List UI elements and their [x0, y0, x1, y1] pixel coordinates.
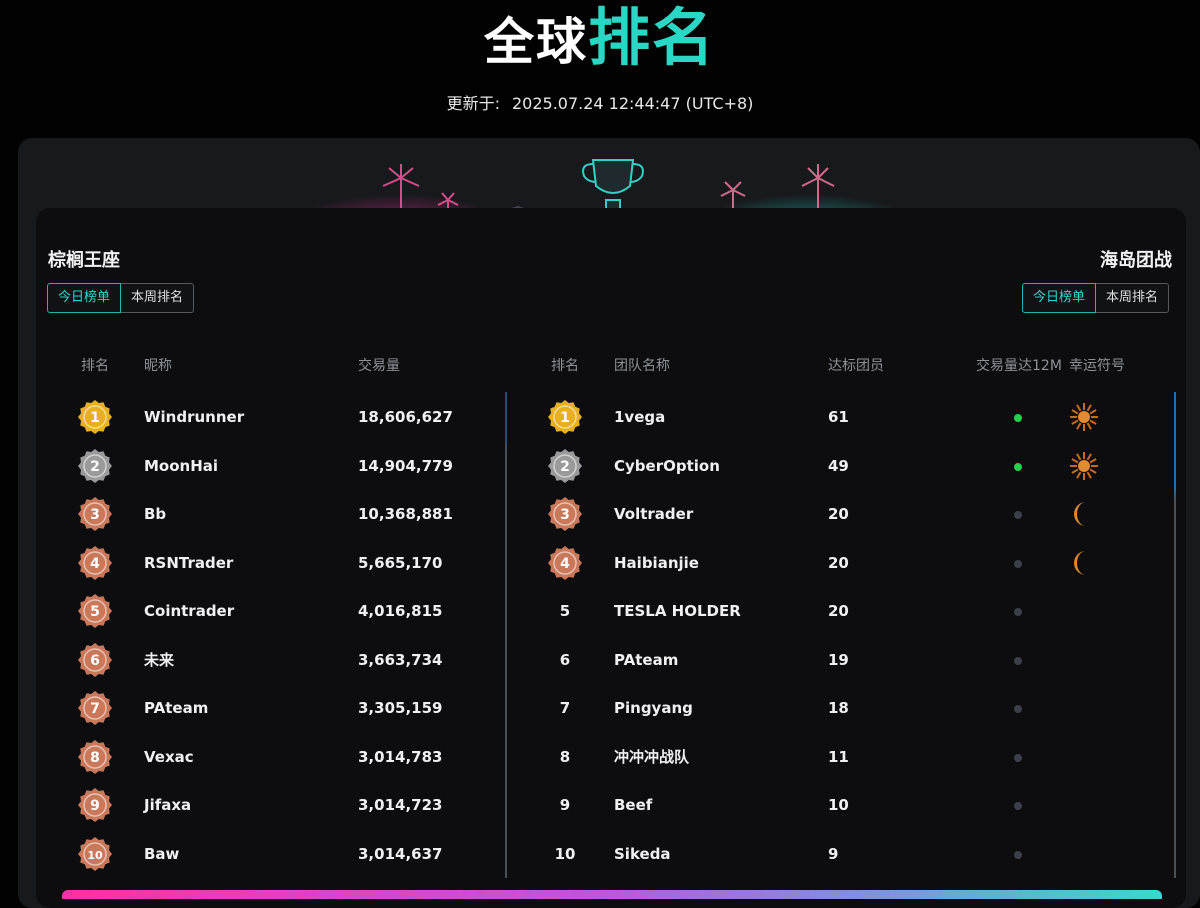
- rank-number: 8: [559, 747, 571, 766]
- moon-icon: [1068, 498, 1100, 530]
- status-dot: [1014, 559, 1022, 568]
- scrollbar[interactable]: [1174, 392, 1176, 878]
- rank-medal-icon: 4: [548, 545, 582, 580]
- left-tabs: 今日榜单 本周排名: [47, 283, 195, 313]
- team-name: CyberOption: [614, 456, 720, 475]
- left-col-rank: 排名: [81, 358, 109, 374]
- page-title: 全球排名: [0, 2, 1200, 78]
- status-dot: [1014, 462, 1022, 471]
- rank-medal-icon: 3: [548, 497, 582, 531]
- table-row[interactable]: 5 TESLA HOLDER 20: [0, 591, 1200, 631]
- right-col-symbol: 幸运符号: [1069, 358, 1125, 374]
- rank-medal-icon: 1: [548, 400, 582, 434]
- tab-weekly[interactable]: 本周排名: [121, 283, 195, 313]
- table-row[interactable]: 3 Voltrader 20: [0, 494, 1200, 534]
- updated-time: 更新于: 2025.07.24 12:44:47 (UTC+8): [0, 90, 1200, 114]
- right-section-title: 海岛团战: [1100, 250, 1172, 271]
- right-col-members: 达标团员: [828, 358, 884, 374]
- rank-number: 10: [554, 844, 576, 863]
- status-dot: [1014, 511, 1022, 519]
- status-dot: [1014, 608, 1022, 616]
- rank-medal-icon: 2: [548, 448, 582, 483]
- qualified-members: 9: [828, 844, 839, 863]
- left-col-nickname: 昵称: [144, 358, 172, 374]
- svg-text:3: 3: [560, 507, 570, 523]
- team-name: Sikeda: [614, 844, 671, 863]
- team-name: Beef: [614, 796, 653, 814]
- qualified-members: 49: [828, 456, 849, 475]
- sun-icon: [1068, 401, 1100, 433]
- team-name: TESLA HOLDER: [614, 602, 741, 620]
- tab-today[interactable]: 今日榜单: [1022, 283, 1097, 313]
- team-name: Haibianjie: [614, 553, 699, 572]
- status-dot: [1014, 850, 1022, 859]
- status-dot: [1014, 656, 1022, 665]
- team-name: 冲冲冲战队: [614, 747, 690, 766]
- svg-text:2: 2: [560, 459, 570, 475]
- team-name: Pingyang: [614, 699, 693, 717]
- table-row[interactable]: 10 Sikeda 9: [0, 834, 1200, 874]
- svg-text:4: 4: [560, 556, 570, 572]
- table-row[interactable]: 4 Haibianjie 20: [0, 543, 1200, 583]
- sun-icon: [1068, 450, 1100, 482]
- rank-number: 5: [559, 602, 571, 620]
- qualified-members: 10: [828, 796, 849, 814]
- table-row[interactable]: 1 1vega 61: [0, 397, 1200, 437]
- table-row[interactable]: 2 CyberOption 49: [0, 446, 1200, 486]
- status-dot: [1014, 414, 1022, 422]
- svg-text:1: 1: [560, 410, 570, 426]
- updated-value: 2025.07.24 12:44:47 (UTC+8): [511, 94, 754, 113]
- status-dot: [1014, 802, 1022, 810]
- rank-number: 9: [559, 796, 571, 814]
- rank-number: 6: [559, 650, 571, 669]
- qualified-members: 11: [828, 747, 849, 766]
- left-section-title: 棕榈王座: [48, 250, 120, 271]
- table-row[interactable]: 6 PAteam 19: [0, 640, 1200, 680]
- tab-weekly[interactable]: 本周排名: [1096, 283, 1170, 313]
- right-col-rank: 排名: [551, 358, 579, 374]
- team-name: Voltrader: [614, 505, 694, 523]
- qualified-members: 61: [828, 408, 849, 426]
- team-name: 1vega: [614, 408, 666, 426]
- page-title-accent: 排名: [587, 1, 716, 74]
- right-col-team: 团队名称: [614, 358, 670, 374]
- qualified-members: 20: [828, 505, 849, 523]
- qualified-members: 20: [828, 553, 849, 572]
- qualified-members: 19: [828, 650, 849, 669]
- right-col-reached: 交易量达12M: [976, 358, 1062, 374]
- rank-number: 7: [559, 699, 571, 717]
- status-dot: [1014, 753, 1022, 762]
- left-col-volume: 交易量: [358, 358, 400, 374]
- qualified-members: 18: [828, 699, 849, 717]
- table-row[interactable]: 7 Pingyang 18: [0, 688, 1200, 728]
- bottom-gradient-bar: [62, 890, 1162, 899]
- moon-icon: [1068, 547, 1100, 579]
- status-dot: [1014, 705, 1022, 713]
- qualified-members: 20: [828, 602, 849, 620]
- table-row[interactable]: 8 冲冲冲战队 11: [0, 737, 1200, 777]
- tab-today[interactable]: 今日榜单: [47, 283, 122, 313]
- right-tabs: 今日榜单 本周排名: [1022, 283, 1170, 313]
- team-name: PAteam: [614, 650, 679, 669]
- updated-label: 更新于:: [446, 94, 500, 113]
- page-title-white: 全球: [483, 13, 588, 71]
- table-row[interactable]: 9 Beef 10: [0, 785, 1200, 825]
